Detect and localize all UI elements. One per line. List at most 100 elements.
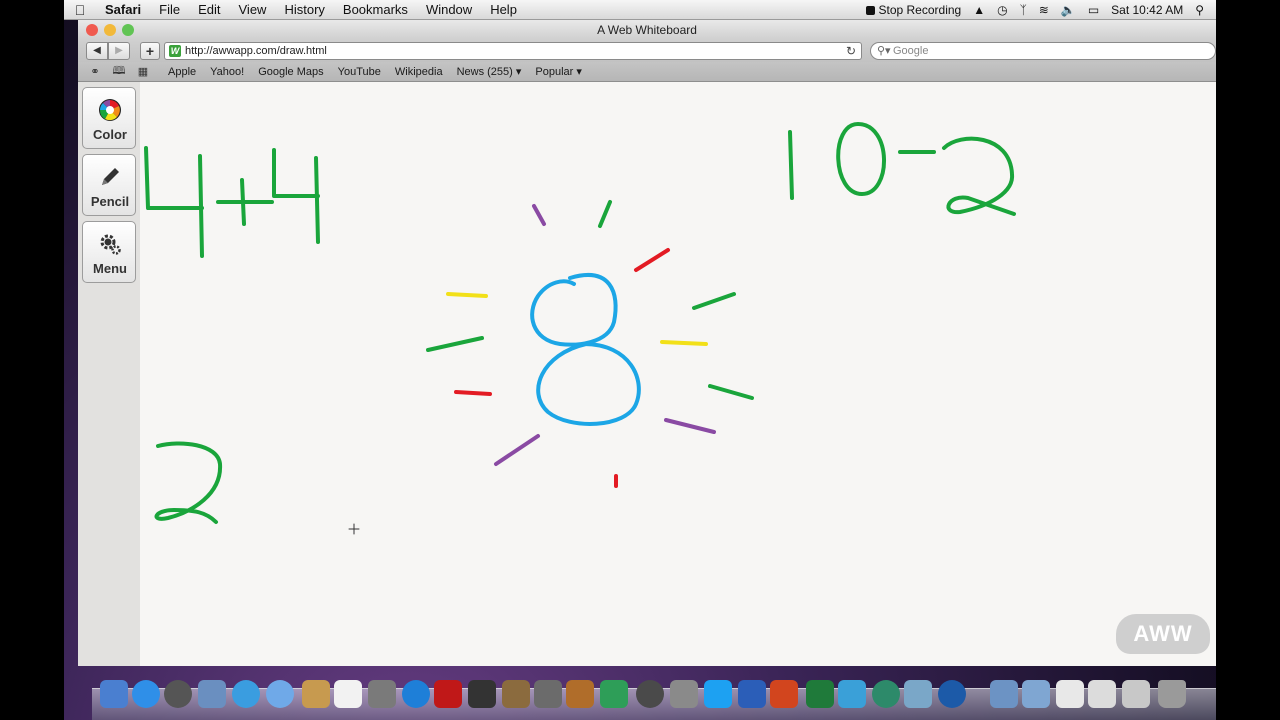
forward-button[interactable]: ▶ (108, 42, 130, 60)
excel-icon[interactable] (806, 680, 834, 708)
pencil-tool-label: Pencil (90, 194, 130, 209)
finder-icon[interactable] (100, 680, 128, 708)
record-stop-icon (865, 5, 875, 15)
back-button[interactable]: ◀ (86, 42, 108, 60)
notes-stack-icon[interactable] (1088, 680, 1116, 708)
trash-icon[interactable] (1158, 680, 1186, 708)
bookmark-wikipedia[interactable]: Wikipedia (395, 66, 443, 78)
stop-recording-item[interactable]: Stop Recording (865, 3, 962, 17)
url-text: http://awwapp.com/draw.html (185, 45, 327, 57)
spotlight-icon[interactable]: ⚲ (1195, 3, 1204, 17)
menu-bookmarks[interactable]: Bookmarks (334, 2, 417, 17)
menu-edit[interactable]: Edit (189, 2, 229, 17)
network-globe-icon[interactable] (872, 680, 900, 708)
bookmarks-book-icon[interactable]: 🕮 (108, 62, 130, 81)
battery-icon[interactable]: ▭ (1088, 3, 1099, 17)
safari-icon[interactable] (232, 680, 260, 708)
crosshair-cursor-icon (348, 523, 360, 535)
iphoto-icon[interactable] (502, 680, 530, 708)
whiteboard-canvas[interactable]: AWW (140, 82, 1216, 666)
drawing-10-minus-2 (788, 122, 1016, 216)
wifi-icon[interactable]: ≋ (1039, 3, 1049, 17)
documents-folder-icon[interactable] (1022, 680, 1050, 708)
applications-folder-icon[interactable] (990, 680, 1018, 708)
reload-icon[interactable]: ↻ (846, 43, 856, 59)
preview-icon[interactable] (904, 680, 932, 708)
bookmark-popular[interactable]: Popular ▾ (535, 65, 582, 78)
volume-icon[interactable]: 🔈 (1061, 3, 1076, 17)
color-tool-button[interactable]: Color (82, 87, 136, 149)
search-input[interactable]: ⚲▾ Google (870, 42, 1216, 60)
bookmark-google-maps[interactable]: Google Maps (258, 66, 323, 78)
twitter-icon[interactable] (704, 680, 732, 708)
bookmarks-bar: ⚭ 🕮 ▦ Apple Yahoo! Google Maps YouTube W… (78, 62, 1216, 82)
time-machine-dock-icon[interactable] (636, 680, 664, 708)
time-machine-icon[interactable]: ▲ (973, 3, 985, 17)
menu-history[interactable]: History (275, 2, 333, 17)
gear-icon (100, 234, 121, 255)
clock[interactable]: Sat 10:42 AM (1111, 3, 1183, 17)
top-sites-grid-icon[interactable]: ▦ (132, 65, 154, 78)
word-icon[interactable] (738, 680, 766, 708)
menu-window[interactable]: Window (417, 2, 481, 17)
site-favicon-icon: W (169, 45, 181, 57)
facetime-icon[interactable] (266, 680, 294, 708)
apple-menu-icon[interactable]:  (64, 2, 96, 18)
bookmark-news[interactable]: News (255) ▾ (457, 65, 522, 78)
menu-app-safari[interactable]: Safari (96, 2, 150, 17)
itunes-icon[interactable] (402, 680, 430, 708)
quicktime-icon[interactable] (938, 680, 966, 708)
menu-help[interactable]: Help (481, 2, 526, 17)
search-placeholder: Google (893, 45, 929, 57)
calendar-icon[interactable] (334, 680, 362, 708)
menu-file[interactable]: File (150, 2, 189, 17)
menu-extras: Stop Recording ▲ ◷ ᛉ ≋ 🔈 ▭ Sat 10:42 AM … (865, 0, 1217, 20)
close-window-icon[interactable] (86, 24, 98, 36)
dock (92, 670, 1216, 720)
photo-booth-icon[interactable] (434, 680, 462, 708)
menu-bar:  Safari File Edit View History Bookmark… (64, 0, 1216, 20)
google-drive-icon[interactable] (600, 680, 628, 708)
bookmark-apple[interactable]: Apple (168, 66, 196, 78)
bookmark-youtube[interactable]: YouTube (338, 66, 381, 78)
menu-tool-label: Menu (93, 261, 127, 276)
drawing-4-plus-4 (144, 146, 320, 258)
drawing-2 (154, 441, 223, 524)
browser-window: A Web Whiteboard ◀ ▶ + W http://awwapp.c… (78, 20, 1216, 666)
pencil-icon (102, 168, 119, 185)
bookmark-yahoo[interactable]: Yahoo! (210, 66, 244, 78)
bluetooth-icon[interactable]: ᛉ (1020, 3, 1027, 17)
aww-logo: AWW (1116, 614, 1210, 654)
dashboard-icon[interactable] (164, 680, 192, 708)
imovie-icon[interactable] (534, 680, 562, 708)
system-preferences-icon[interactable] (670, 680, 698, 708)
screen:  Safari File Edit View History Bookmark… (64, 0, 1216, 720)
pencil-tool-button[interactable]: Pencil (82, 154, 136, 216)
address-bar[interactable]: W http://awwapp.com/draw.html ↻ (164, 42, 862, 60)
zoom-window-icon[interactable] (122, 24, 134, 36)
color-wheel-icon (99, 99, 121, 121)
powerpoint-icon[interactable] (770, 680, 798, 708)
search-icon: ⚲▾ (877, 45, 891, 57)
minimize-window-icon[interactable] (104, 24, 116, 36)
menu-view[interactable]: View (230, 2, 276, 17)
add-bookmark-button[interactable]: + (140, 42, 160, 60)
clock-history-icon[interactable]: ◷ (997, 3, 1007, 17)
reading-list-icon[interactable]: ⚭ (84, 65, 106, 78)
contacts-icon[interactable] (302, 680, 330, 708)
downloads-stack-icon[interactable] (1122, 680, 1150, 708)
document-stack-icon[interactable] (1056, 680, 1084, 708)
window-title: A Web Whiteboard (597, 23, 697, 37)
app-store-icon[interactable] (132, 680, 160, 708)
title-bar: A Web Whiteboard (78, 20, 1216, 40)
drawing-8 (530, 273, 641, 426)
tool-strip: Color Pencil Menu (78, 82, 140, 666)
kindle-icon[interactable] (468, 680, 496, 708)
photos-icon[interactable] (368, 680, 396, 708)
menu-tool-button[interactable]: Menu (82, 221, 136, 283)
stop-recording-label: Stop Recording (878, 3, 962, 17)
garageband-icon[interactable] (566, 680, 594, 708)
mission-control-icon[interactable] (198, 680, 226, 708)
color-tool-label: Color (93, 127, 127, 142)
messenger-icon[interactable] (838, 680, 866, 708)
